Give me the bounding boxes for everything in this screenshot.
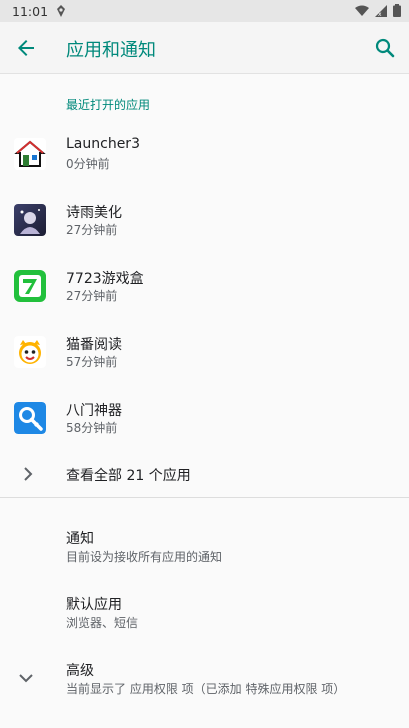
app-last-used: 0分钟前 bbox=[66, 157, 110, 171]
pref-summary: 浏览器、短信 bbox=[66, 616, 139, 630]
notification-icon bbox=[57, 5, 65, 17]
pref-title: 高级 bbox=[66, 663, 94, 679]
recent-apps-header: 最近打开的应用 bbox=[66, 98, 151, 112]
search-icon[interactable] bbox=[373, 36, 397, 60]
pref-notifications[interactable]: 通知 目前设为接收所有应用的通知 bbox=[0, 518, 409, 580]
app-name: 猫番阅读 bbox=[66, 337, 122, 353]
chevron-down-icon bbox=[19, 674, 33, 683]
recent-app-7723[interactable]: 7723游戏盒 27分钟前 bbox=[0, 254, 409, 320]
see-all-apps-label: 查看全部 21 个应用 bbox=[66, 468, 191, 484]
see-all-apps-button[interactable]: 查看全部 21 个应用 bbox=[0, 452, 409, 498]
chevron-right-icon bbox=[24, 467, 33, 481]
app-name: 诗雨美化 bbox=[66, 205, 122, 221]
game-box-icon bbox=[14, 270, 46, 302]
svg-text:x: x bbox=[378, 11, 382, 17]
pref-advanced[interactable]: 高级 当前显示了 应用权限 项（已添加 特殊应用权限 项） bbox=[0, 650, 409, 712]
pref-default-apps[interactable]: 默认应用 浏览器、短信 bbox=[0, 584, 409, 646]
app-bar: 应用和通知 bbox=[0, 22, 409, 74]
app-last-used: 58分钟前 bbox=[66, 421, 118, 435]
signal-icon: x bbox=[375, 4, 387, 17]
recent-app-shiyu[interactable]: 诗雨美化 27分钟前 bbox=[0, 188, 409, 254]
shiyu-icon bbox=[14, 204, 46, 236]
battery-icon bbox=[393, 4, 401, 17]
app-last-used: 27分钟前 bbox=[66, 223, 118, 237]
app-last-used: 57分钟前 bbox=[66, 355, 118, 369]
status-time: 11:01 bbox=[12, 4, 49, 19]
app-name: Launcher3 bbox=[66, 136, 140, 152]
cat-reader-icon bbox=[14, 336, 46, 368]
pref-summary: 当前显示了 应用权限 项（已添加 特殊应用权限 项） bbox=[66, 682, 346, 696]
house-icon bbox=[14, 138, 46, 170]
recent-app-bamen[interactable]: 八门神器 58分钟前 bbox=[0, 386, 409, 452]
pref-title: 默认应用 bbox=[66, 597, 122, 613]
recent-app-maofan[interactable]: 猫番阅读 57分钟前 bbox=[0, 320, 409, 386]
recent-app-launcher3[interactable]: Launcher3 0分钟前 bbox=[0, 122, 409, 188]
status-bar: 11:01 x bbox=[0, 0, 409, 22]
pref-title: 通知 bbox=[66, 531, 94, 547]
app-name: 7723游戏盒 bbox=[66, 271, 144, 287]
back-arrow-icon[interactable] bbox=[14, 36, 38, 60]
page-title: 应用和通知 bbox=[66, 40, 156, 61]
app-last-used: 27分钟前 bbox=[66, 289, 118, 303]
pref-summary: 目前设为接收所有应用的通知 bbox=[66, 550, 223, 564]
app-name: 八门神器 bbox=[66, 403, 122, 419]
wifi-icon bbox=[355, 5, 369, 16]
key-tool-icon bbox=[14, 402, 46, 434]
